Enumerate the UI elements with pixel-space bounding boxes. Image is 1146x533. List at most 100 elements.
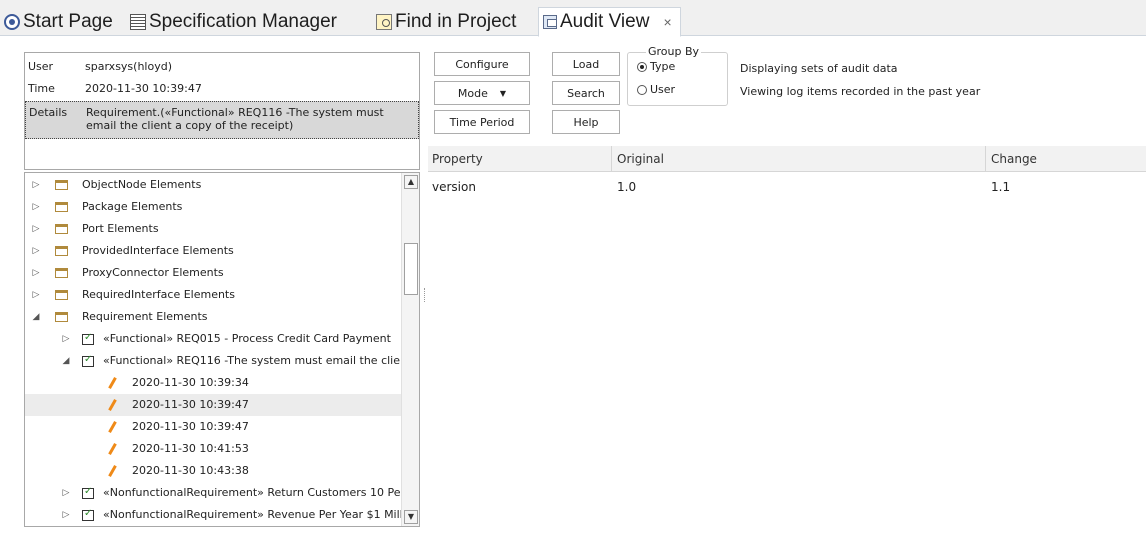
- requirement-icon: [82, 486, 94, 499]
- configure-button[interactable]: Configure: [434, 52, 530, 76]
- group-by-label: Group By: [646, 45, 702, 58]
- help-button-label: Help: [573, 115, 599, 129]
- load-button[interactable]: Load: [552, 52, 620, 76]
- tab-start-page[interactable]: Start Page: [4, 8, 113, 36]
- tree-item[interactable]: 2020-11-30 10:43:38: [25, 460, 401, 482]
- document-tab-bar: Start Page Specification Manager Find in…: [0, 0, 1146, 37]
- grid-header: Property Original Change: [428, 146, 1146, 172]
- tree-item-label: «NonfunctionalRequirement» Revenue Per Y…: [103, 508, 412, 521]
- tree-item[interactable]: ▷ RequiredInterface Elements: [25, 284, 401, 306]
- tree-item[interactable]: 2020-11-30 10:41:53: [25, 438, 401, 460]
- radio-selected-icon: [637, 61, 647, 72]
- scroll-down-button[interactable]: ▼: [404, 510, 418, 524]
- info-user-row: User sparxsys(hloyd): [25, 55, 419, 77]
- group-by-type-radio[interactable]: Type: [637, 60, 675, 73]
- pencil-icon: [108, 377, 117, 389]
- pencil-icon: [108, 399, 117, 411]
- tree-item[interactable]: ▷ Port Elements: [25, 218, 401, 240]
- tree-item[interactable]: 2020-11-30 10:39:47: [25, 416, 401, 438]
- tree-item[interactable]: ▷ Package Elements: [25, 196, 401, 218]
- start-page-icon: [4, 14, 20, 30]
- expand-icon[interactable]: ▷: [31, 290, 41, 300]
- expand-icon[interactable]: ▷: [31, 246, 41, 256]
- folder-icon: [55, 268, 68, 278]
- tab-find-in-project-label: Find in Project: [395, 11, 517, 32]
- chevron-down-icon: ▼: [499, 88, 507, 98]
- grid-cell-change: 1.1: [991, 180, 1011, 194]
- tree-item-label: ProvidedInterface Elements: [82, 244, 234, 257]
- tree-item[interactable]: ▷ ProvidedInterface Elements: [25, 240, 401, 262]
- status-line-period: Viewing log items recorded in the past y…: [740, 85, 981, 98]
- column-header-change[interactable]: Change: [991, 152, 1037, 166]
- tree-item[interactable]: 2020-11-30 10:39:47: [25, 394, 401, 416]
- group-by-user-radio[interactable]: User: [637, 83, 675, 96]
- details-label: Details: [29, 106, 68, 119]
- expand-icon[interactable]: ▷: [31, 180, 41, 190]
- tree-item-label: «NonfunctionalRequirement» Return Custom…: [103, 486, 411, 499]
- tab-start-page-label: Start Page: [23, 11, 113, 32]
- tree-item[interactable]: ◢ Requirement Elements: [25, 306, 401, 328]
- pencil-icon: [108, 443, 117, 455]
- tab-specification-manager[interactable]: Specification Manager: [130, 8, 337, 36]
- tree-item[interactable]: ▷ «Functional» REQ015 - Process Credit Ca…: [25, 328, 401, 350]
- tree-item[interactable]: ▷ ProxyConnector Elements: [25, 262, 401, 284]
- help-button[interactable]: Help: [552, 110, 620, 134]
- tree-item-label: «Functional» REQ116 -The system must ema…: [103, 354, 412, 367]
- column-header-original[interactable]: Original: [617, 152, 664, 166]
- audit-view-icon: [543, 15, 557, 29]
- mode-dropdown[interactable]: Mode ▼: [434, 81, 530, 105]
- expand-icon[interactable]: ▷: [31, 224, 41, 234]
- close-tab-icon[interactable]: ×: [663, 14, 671, 30]
- tree-item[interactable]: ▷ «NonfunctionalRequirement» Revenue Per …: [25, 504, 412, 526]
- tree-item-label: Port Elements: [82, 222, 159, 235]
- tree-item[interactable]: 2020-11-30 10:39:34: [25, 372, 401, 394]
- tree-item[interactable]: ▷ «NonfunctionalRequirement» Return Custo…: [25, 482, 411, 504]
- pencil-icon: [108, 465, 117, 477]
- scroll-thumb[interactable]: [404, 243, 418, 295]
- column-header-property[interactable]: Property: [432, 152, 483, 166]
- collapse-icon[interactable]: ◢: [31, 312, 41, 322]
- time-period-button[interactable]: Time Period: [434, 110, 530, 134]
- grid-cell-original: 1.0: [617, 180, 637, 194]
- tree-item-label: 2020-11-30 10:39:34: [132, 376, 249, 389]
- expand-icon[interactable]: ▷: [31, 202, 41, 212]
- tree-item[interactable]: ▷ ObjectNode Elements: [25, 174, 401, 196]
- audit-tree[interactable]: ▷ ObjectNode Elements ▷ Package Elements ▷ Po…: [24, 172, 420, 527]
- tree-item-label: 2020-11-30 10:41:53: [132, 442, 249, 455]
- audit-info-panel: User sparxsys(hloyd) Time 2020-11-30 10:…: [24, 52, 420, 170]
- folder-icon: [55, 312, 68, 322]
- tree-item-label: ProxyConnector Elements: [82, 266, 224, 279]
- tree-item-label: Package Elements: [82, 200, 183, 213]
- folder-icon: [55, 224, 68, 234]
- search-button[interactable]: Search: [552, 81, 620, 105]
- scroll-up-button[interactable]: ▲: [404, 175, 418, 189]
- expand-icon[interactable]: ▷: [61, 488, 71, 498]
- expand-icon[interactable]: ▷: [61, 334, 71, 344]
- column-separator[interactable]: [985, 146, 986, 172]
- splitter-grip[interactable]: [424, 288, 426, 302]
- column-separator[interactable]: [611, 146, 612, 172]
- radio-unselected-icon: [637, 84, 647, 95]
- tab-audit-view-label: Audit View: [560, 11, 650, 32]
- status-line-sets: Displaying sets of audit data: [740, 62, 898, 75]
- tab-find-in-project[interactable]: Find in Project: [376, 8, 516, 36]
- info-details-row[interactable]: Details Requirement.(«Functional» REQ116…: [25, 101, 419, 139]
- tree-scrollbar[interactable]: ▲ ▼: [401, 173, 419, 526]
- tree-item[interactable]: ◢ «Functional» REQ116 -The system must em…: [25, 350, 411, 372]
- group-by-type-label: Type: [650, 60, 676, 73]
- folder-icon: [55, 180, 68, 190]
- load-button-label: Load: [572, 57, 600, 71]
- requirement-icon: [82, 354, 94, 367]
- expand-icon[interactable]: ▷: [61, 510, 71, 520]
- pencil-icon: [108, 421, 117, 433]
- folder-icon: [55, 246, 68, 256]
- tree-item-label: ObjectNode Elements: [82, 178, 202, 191]
- tree-item-label: 2020-11-30 10:39:47: [132, 420, 249, 433]
- folder-icon: [55, 290, 68, 300]
- time-label: Time: [28, 81, 55, 95]
- expand-icon[interactable]: ▷: [31, 268, 41, 278]
- collapse-icon[interactable]: ◢: [61, 356, 71, 366]
- tab-audit-view[interactable]: Audit View ×: [538, 7, 681, 37]
- audit-detail-grid: Property Original Change version 1.0 1.1: [428, 146, 1146, 533]
- tree-item-label: 2020-11-30 10:43:38: [132, 464, 249, 477]
